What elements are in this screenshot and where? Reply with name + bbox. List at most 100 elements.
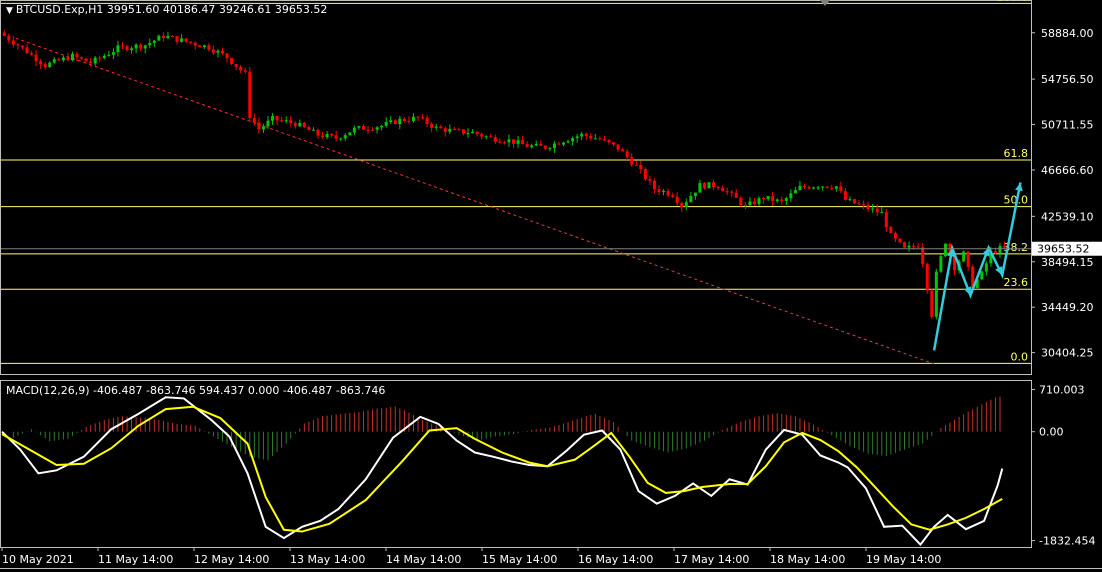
chart-canvas[interactable]: 58884.00 54756.50 50711.55 46666.60 42539.10… xyxy=(0,0,1102,569)
candle-body xyxy=(20,45,24,48)
candle-body xyxy=(248,71,252,118)
macd-line xyxy=(1,396,1004,547)
candle-body xyxy=(498,141,502,143)
candle-body xyxy=(580,133,584,137)
signal-line xyxy=(1,405,1003,533)
candle-body xyxy=(457,129,461,131)
candle-body xyxy=(61,57,65,61)
macd-axis-label: -1832.454 xyxy=(1039,535,1095,548)
candle-body xyxy=(707,182,711,189)
current-price-label: 39653.52 xyxy=(1037,243,1090,256)
candle-body xyxy=(612,142,616,145)
candle-body xyxy=(1003,246,1007,248)
candle-body xyxy=(521,140,525,145)
price-axis-label: 50711.55 xyxy=(1041,119,1094,132)
candle-body xyxy=(512,139,515,144)
candle-body xyxy=(180,38,184,42)
price-axis-label: 42539.10 xyxy=(1041,210,1094,223)
candle-body xyxy=(225,53,229,59)
candle-body xyxy=(702,183,706,189)
candle-body xyxy=(89,61,93,64)
candle-body xyxy=(357,126,361,128)
candle-body xyxy=(816,187,820,189)
candle-body xyxy=(221,50,225,54)
candle-body xyxy=(784,198,788,201)
candle-body xyxy=(734,192,738,198)
candle-body xyxy=(161,35,165,39)
candle-body xyxy=(389,120,393,123)
candle-body xyxy=(648,179,652,181)
projection-arrowhead xyxy=(1015,182,1023,192)
candle-body xyxy=(439,126,443,129)
chart-area[interactable]: 58884.00 54756.50 50711.55 46666.60 42539.10… xyxy=(0,0,1102,569)
candle-body xyxy=(762,198,766,200)
candle-body xyxy=(480,134,484,137)
candle-body xyxy=(130,48,134,51)
candle-body xyxy=(757,198,761,205)
candle-body xyxy=(775,199,779,202)
dropdown-arrow-icon[interactable]: ▼ xyxy=(6,6,13,16)
candle-body xyxy=(352,127,356,133)
candle-body xyxy=(557,143,561,145)
candle-body xyxy=(266,120,270,127)
candle-body xyxy=(652,180,656,190)
candle-body xyxy=(548,148,552,150)
macd-header: MACD(12,26,9) -406.487 -863.746 594.437 … xyxy=(6,384,386,397)
price-axis-label: 58884.00 xyxy=(1041,27,1094,40)
macd-histogram xyxy=(12,396,1001,461)
candle-body xyxy=(743,204,747,206)
candle-body xyxy=(271,116,275,121)
candle-body xyxy=(993,251,997,254)
candle-body xyxy=(539,143,543,146)
candle-body xyxy=(252,117,256,123)
candle-body xyxy=(825,186,829,188)
candle-body xyxy=(907,245,911,248)
fib-level-label: 61.8 xyxy=(1004,147,1029,160)
candle-body xyxy=(721,187,725,192)
candle-body xyxy=(70,53,74,61)
candle-body xyxy=(889,227,893,233)
candle-body xyxy=(607,139,611,143)
candle-body xyxy=(680,202,684,208)
candle-body xyxy=(898,238,902,243)
time-axis-label: 18 May 14:00 xyxy=(770,553,845,566)
macd-panel-frame xyxy=(0,380,1032,548)
candle-body xyxy=(452,129,456,131)
time-axis-label: 11 May 14:00 xyxy=(98,553,173,566)
candle-body xyxy=(666,190,670,196)
candle-body xyxy=(289,120,293,123)
candle-body xyxy=(684,202,688,208)
candle-body xyxy=(562,142,566,145)
candle-body xyxy=(602,139,606,141)
candle-body xyxy=(321,135,325,138)
candle-body xyxy=(634,164,638,166)
candle-body xyxy=(216,50,220,53)
candles-group xyxy=(2,29,1007,320)
candle-body xyxy=(380,125,384,128)
candle-body xyxy=(834,186,838,189)
candle-body xyxy=(839,186,843,192)
candle-body xyxy=(802,185,806,188)
candle-body xyxy=(930,290,934,317)
candle-body xyxy=(921,247,925,264)
candle-body xyxy=(530,145,534,148)
candle-body xyxy=(571,138,575,142)
candle-body xyxy=(939,256,943,272)
candle-body xyxy=(812,187,816,189)
candle-body xyxy=(853,199,856,204)
price-axis-label: 30404.25 xyxy=(1041,347,1094,360)
time-axis-label: 14 May 14:00 xyxy=(386,553,461,566)
candle-body xyxy=(75,53,79,58)
time-axis-label: 19 May 14:00 xyxy=(866,553,941,566)
candle-body xyxy=(107,54,111,56)
candle-body xyxy=(730,191,734,193)
candle-body xyxy=(152,40,156,43)
candle-body xyxy=(39,61,43,65)
candle-body xyxy=(980,271,984,280)
time-axis-label: 17 May 14:00 xyxy=(674,553,749,566)
candle-body xyxy=(712,182,716,187)
candle-body xyxy=(398,118,402,125)
candle-body xyxy=(116,45,120,53)
candle-body xyxy=(111,52,115,55)
candle-body xyxy=(384,122,388,126)
